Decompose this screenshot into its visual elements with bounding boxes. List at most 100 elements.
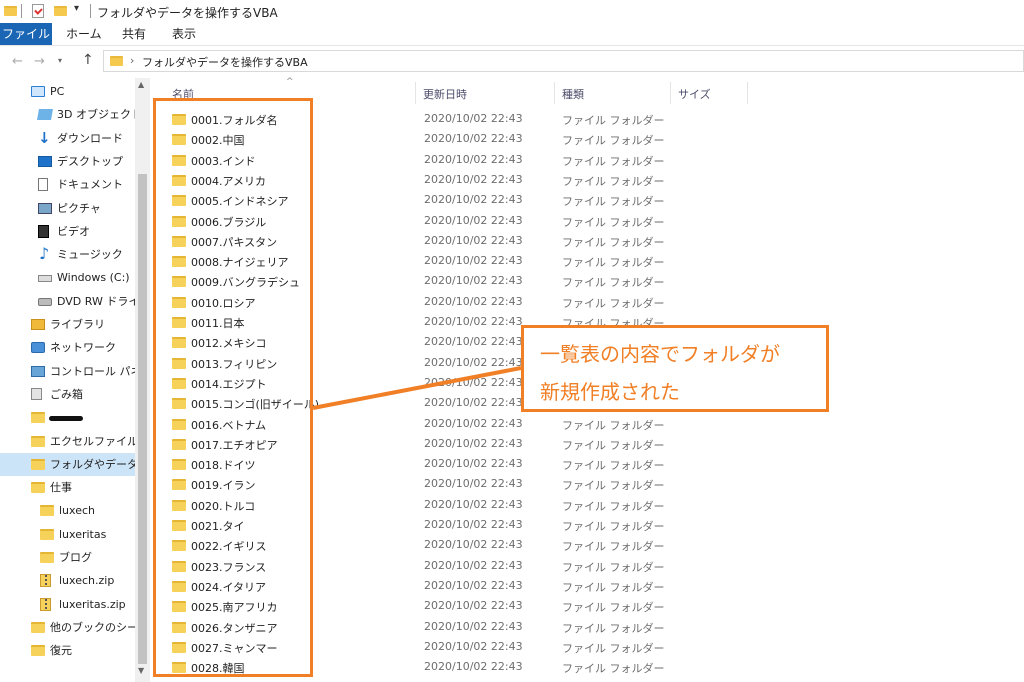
back-arrow-icon[interactable]: ← [12, 54, 23, 69]
navigation-scrollbar[interactable]: ▲ ▼ [135, 78, 150, 682]
breadcrumb-chevron-icon[interactable]: › [130, 54, 134, 67]
file-modified-date: 2020/10/02 22:43 [424, 599, 523, 613]
file-type: ファイル フォルダー [562, 641, 665, 655]
folder-icon [31, 645, 45, 657]
nav-item[interactable]: コントロール パネル [0, 360, 135, 383]
recent-locations-chevron-icon[interactable]: ▾ [58, 56, 62, 65]
nav-item[interactable]: 復元 [0, 639, 135, 662]
scroll-up-icon[interactable]: ▲ [138, 80, 144, 89]
title-bar: ▾ フォルダやデータを操作するVBA [0, 0, 1024, 23]
file-modified-date: 2020/10/02 22:43 [424, 538, 523, 552]
nav-item[interactable]: ライブラリ [0, 313, 135, 336]
folder-icon [31, 482, 45, 494]
nav-item[interactable]: luxeritas.zip [0, 593, 135, 616]
file-type: ファイル フォルダー [562, 499, 665, 513]
file-type: ファイル フォルダー [562, 114, 665, 127]
nav-item[interactable]: ダウンロード [0, 127, 135, 150]
nav-item[interactable]: ブログ [0, 546, 135, 569]
file-type: ファイル フォルダー [562, 296, 665, 310]
nav-item[interactable]: DVD RW ドライブ [0, 290, 135, 313]
file-type: ファイル フォルダー [562, 235, 665, 249]
file-modified-date: 2020/10/02 22:43 [424, 578, 523, 592]
title-divider [21, 4, 22, 18]
tab-home[interactable]: ホーム [66, 23, 102, 45]
nav-item-label: コントロール パネル [50, 364, 135, 378]
dvd-drive-icon [38, 297, 52, 306]
tab-file[interactable]: ファイル [0, 23, 52, 45]
file-modified-date: 2020/10/02 22:43 [424, 497, 523, 511]
nav-item[interactable]: フォルダやデータを操作 [0, 452, 135, 476]
file-modified-date: 2020/10/02 22:43 [424, 294, 523, 308]
zip-icon [40, 574, 51, 588]
nav-item[interactable]: デスクトップ [0, 150, 135, 173]
file-modified-date: 2020/10/02 22:43 [424, 477, 523, 491]
properties-icon[interactable] [32, 4, 44, 18]
file-type: ファイル フォルダー [562, 560, 665, 574]
nav-item[interactable]: ミュージック [0, 243, 135, 266]
nav-item-label: 3D オブジェクト [57, 108, 135, 122]
column-divider[interactable] [415, 82, 416, 104]
nav-item[interactable]: 他のブックのシートを [0, 616, 135, 639]
folder-icon [40, 528, 54, 540]
file-type: ファイル フォルダー [562, 256, 665, 270]
nav-item[interactable]: PC [0, 80, 135, 103]
callout-text-line1: 一覧表の内容でフォルダが [540, 342, 780, 366]
breadcrumb-item[interactable]: フォルダやデータを操作するVBA [142, 54, 308, 70]
nav-item[interactable]: Windows (C:) [0, 266, 135, 289]
column-header-modified[interactable]: 更新日時 [423, 86, 467, 102]
recycle-bin-icon [31, 387, 42, 400]
nav-item[interactable]: 仕事 [0, 476, 135, 499]
quick-access-dropdown-icon[interactable]: ▾ [74, 3, 79, 14]
nav-item[interactable]: ごみ箱 [0, 383, 135, 406]
nav-item[interactable]: ネットワーク [0, 336, 135, 359]
column-header-type[interactable]: 種類 [562, 86, 584, 102]
file-type: ファイル フォルダー [562, 662, 665, 676]
scroll-down-icon[interactable]: ▼ [138, 666, 144, 675]
file-modified-date: 2020/10/02 22:43 [424, 436, 523, 450]
tab-share[interactable]: 共有 [122, 23, 146, 45]
new-folder-icon[interactable] [54, 6, 67, 16]
nav-item-label: ごみ箱 [50, 387, 83, 401]
nav-item[interactable]: 3D オブジェクト [0, 103, 135, 126]
column-divider[interactable] [554, 82, 555, 104]
folder-icon [31, 458, 45, 470]
breadcrumb-chevron-icon[interactable]: › [288, 54, 292, 67]
nav-item[interactable]: ビデオ [0, 220, 135, 243]
file-modified-date: 2020/10/02 22:43 [424, 132, 523, 146]
redacted-label [49, 416, 83, 422]
file-modified-date: 2020/10/02 22:43 [424, 193, 523, 207]
nav-item[interactable]: luxeritas [0, 523, 135, 546]
folder-icon [40, 552, 54, 563]
callout-text-line2: 新規作成された [540, 380, 680, 404]
document-icon [38, 178, 48, 192]
nav-item[interactable]: エクセルファイル [0, 430, 135, 453]
nav-item[interactable]: luxech [0, 499, 135, 522]
forward-arrow-icon[interactable]: → [34, 54, 45, 69]
tab-view[interactable]: 表示 [172, 23, 196, 45]
scrollbar-thumb[interactable] [138, 174, 147, 664]
file-type: ファイル フォルダー [562, 174, 665, 188]
nav-item[interactable]: luxech.zip [0, 569, 135, 592]
nav-item[interactable] [0, 406, 135, 429]
nav-item[interactable]: ピクチャ [0, 197, 135, 220]
column-header-size[interactable]: サイズ [678, 86, 711, 102]
nav-item-label: ドキュメント [57, 178, 123, 192]
network-icon [31, 342, 45, 354]
column-divider[interactable] [670, 82, 671, 104]
file-type: ファイル フォルダー [562, 540, 665, 554]
nav-item-label: Windows (C:) [57, 271, 130, 285]
up-arrow-icon[interactable]: ↑ [82, 52, 94, 68]
nav-item-label: luxeritas.zip [59, 597, 126, 611]
nav-item[interactable]: ドキュメント [0, 173, 135, 196]
drive-icon [38, 275, 52, 283]
ribbon-tabs: ファイル ホーム 共有 表示 [0, 23, 1024, 46]
column-divider[interactable] [747, 82, 748, 104]
address-bar[interactable]: › フォルダやデータを操作するVBA › [103, 50, 1024, 72]
nav-item-label: luxech.zip [59, 574, 115, 588]
zip-icon [40, 597, 51, 611]
video-icon [38, 224, 49, 238]
file-type: ファイル フォルダー [562, 479, 665, 493]
file-modified-date: 2020/10/02 22:43 [424, 213, 523, 227]
callout-box: 一覧表の内容でフォルダが 新規作成された [521, 325, 829, 412]
nav-item-label: ミュージック [57, 248, 123, 262]
